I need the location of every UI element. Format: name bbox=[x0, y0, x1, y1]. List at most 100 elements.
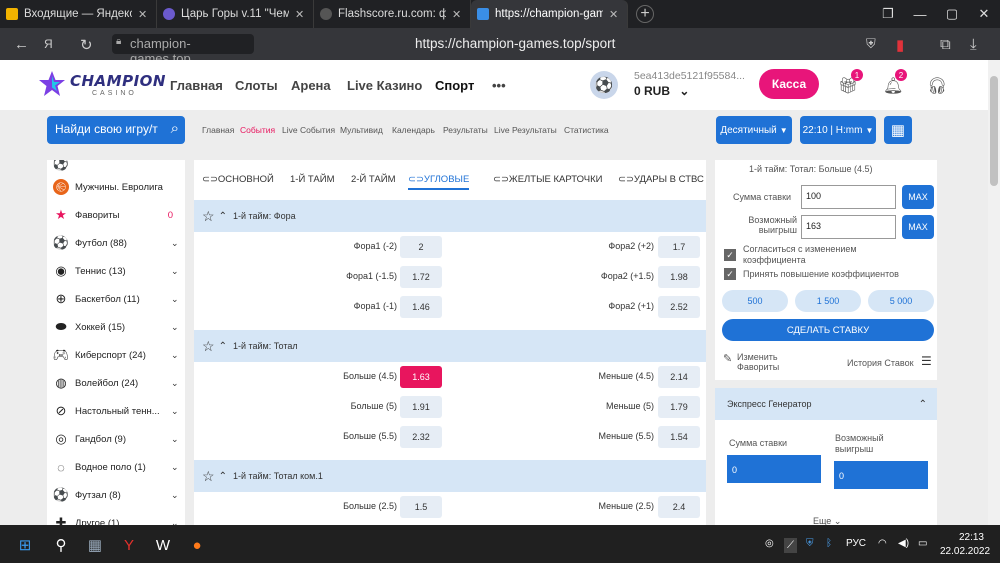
chevron-down-icon[interactable]: ⌄ bbox=[171, 322, 185, 333]
odds-button[interactable]: 1.79 bbox=[658, 396, 700, 418]
agree-checkbox[interactable]: ✓ bbox=[724, 249, 736, 261]
collections-icon[interactable]: ⧉ bbox=[940, 36, 951, 53]
search-input[interactable]: Найди свою игру/т ⌕ bbox=[47, 116, 185, 144]
sublink-statistics[interactable]: Статистика bbox=[564, 125, 609, 135]
scrollbar-thumb[interactable] bbox=[990, 76, 998, 186]
close-window-icon[interactable]: ✕ bbox=[968, 6, 1000, 22]
sidebar-item[interactable]: ★ Фавориты 0 bbox=[47, 201, 185, 229]
menu-icon[interactable]: ☰ bbox=[921, 354, 932, 368]
express-stake-input[interactable]: 0 bbox=[727, 455, 821, 483]
chevron-down-icon[interactable]: ⌄ bbox=[171, 462, 185, 473]
sublink-live-results[interactable]: Live Результаты bbox=[494, 125, 557, 135]
feather-tray-icon[interactable]: ⟋ bbox=[784, 538, 797, 553]
sidebar-item[interactable]: ⊕ Баскетбол (11) ⌄ bbox=[47, 285, 185, 313]
quick-stake-1500[interactable]: 1 500 bbox=[795, 290, 861, 312]
close-icon[interactable]: ✕ bbox=[295, 8, 307, 21]
sidebar-item[interactable]: 🎮︎ Киберспорт (24) ⌄ bbox=[47, 341, 185, 369]
sublink-live-events[interactable]: Live События bbox=[282, 125, 335, 135]
star-icon[interactable]: ☆ bbox=[202, 338, 215, 355]
chevron-up-icon[interactable]: ⌃ bbox=[219, 341, 227, 352]
domain-pill[interactable]: 🔒︎ champion-games.top bbox=[112, 34, 254, 66]
headset-icon[interactable]: 🎧︎ bbox=[927, 76, 947, 96]
place-bet-button[interactable]: СДЕЛАТЬ СТАВКУ bbox=[722, 319, 934, 341]
odds-button[interactable]: 1.7 bbox=[658, 236, 700, 258]
clock-time[interactable]: 22:13 bbox=[942, 532, 984, 543]
max-button-2[interactable]: MAX bbox=[902, 215, 934, 239]
nav-more[interactable]: ••• bbox=[492, 78, 506, 93]
market-header[interactable]: ☆ ⌃ 1-й тайм: Фора bbox=[194, 200, 706, 232]
close-icon[interactable]: ✕ bbox=[138, 8, 150, 21]
avatar[interactable]: ⚽ bbox=[590, 71, 618, 99]
sidebar-item[interactable]: ◍ Волейбол (24) ⌄ bbox=[47, 369, 185, 397]
sublink-main[interactable]: Главная bbox=[202, 125, 234, 135]
quick-stake-5000[interactable]: 5 000 bbox=[868, 290, 934, 312]
odds-button[interactable]: 2.32 bbox=[400, 426, 442, 448]
url-input[interactable]: https://champion-games.top/sport bbox=[415, 36, 615, 51]
calculator-app-icon[interactable]: ▦ bbox=[84, 534, 106, 556]
chevron-down-icon[interactable]: ⌄ bbox=[171, 434, 185, 445]
tab-manager-icon[interactable]: ❐ bbox=[872, 6, 904, 22]
language-indicator[interactable]: РУС bbox=[846, 538, 866, 549]
sidebar-item[interactable]: 🏀︎ Мужчины. Евролига bbox=[47, 173, 185, 201]
clock-date[interactable]: 22.02.2022 bbox=[940, 546, 990, 557]
browser-tab[interactable]: Flashscore.ru.com: футбол✕ bbox=[314, 0, 471, 28]
browser-tab-active[interactable]: https://champion-games✕ bbox=[471, 0, 628, 28]
nav-live-casino[interactable]: Live Казино bbox=[347, 78, 422, 93]
chevron-down-icon[interactable]: ⌄ bbox=[171, 238, 185, 249]
quick-stake-500[interactable]: 500 bbox=[722, 290, 788, 312]
close-icon[interactable]: ✕ bbox=[609, 8, 621, 21]
reload-icon[interactable]: ↻ bbox=[80, 36, 93, 54]
sidebar-item[interactable]: ⬬ Хоккей (15) ⌄ bbox=[47, 313, 185, 341]
calculator-button[interactable]: ▦ bbox=[884, 116, 912, 144]
edit-icon[interactable]: ✎ bbox=[723, 352, 732, 365]
express-header[interactable]: Экспресс Генератор ⌃ bbox=[715, 388, 937, 420]
nav-arena[interactable]: Арена bbox=[291, 78, 331, 93]
star-icon[interactable]: ☆ bbox=[202, 468, 215, 485]
bluetooth-icon[interactable]: ᛒ bbox=[826, 538, 832, 549]
market-header[interactable]: ☆ ⌃ 1-й тайм: Тотал ком.1 bbox=[194, 460, 706, 492]
app-tray-icon[interactable]: ◎ bbox=[765, 538, 774, 549]
nav-sport[interactable]: Спорт bbox=[435, 78, 474, 93]
sublink-events[interactable]: События bbox=[240, 125, 275, 135]
sublink-multiview[interactable]: Мультивид bbox=[340, 125, 383, 135]
tab-shots[interactable]: ⊂⊃УДАРЫ В СТВС bbox=[618, 174, 704, 185]
windows-start-icon[interactable]: ⊞ bbox=[14, 534, 36, 556]
sidebar-item[interactable]: ⚽ Футзал (8) ⌄ bbox=[47, 481, 185, 509]
sidebar-item[interactable]: ◌ Водное поло (1) ⌄ bbox=[47, 453, 185, 481]
tab-yellow-cards[interactable]: ⊂⊃ЖЕЛТЫЕ КАРТОЧКИ bbox=[493, 174, 602, 185]
sublink-results[interactable]: Результаты bbox=[443, 125, 488, 135]
chevron-down-icon[interactable]: ⌄ bbox=[171, 294, 185, 305]
max-button[interactable]: MAX bbox=[902, 185, 934, 209]
chevron-down-icon[interactable]: ⌄ bbox=[171, 406, 185, 417]
chevron-down-icon[interactable]: ⌄ bbox=[171, 490, 185, 501]
close-icon[interactable]: ✕ bbox=[452, 8, 464, 21]
maximize-icon[interactable]: ▢ bbox=[936, 6, 968, 22]
kassa-button[interactable]: Касса bbox=[759, 69, 819, 99]
chevron-up-icon[interactable]: ⌃ bbox=[219, 211, 227, 222]
minimize-icon[interactable]: — bbox=[904, 7, 936, 22]
tab-corners[interactable]: ⊂⊃УГЛОВЫЕ bbox=[408, 174, 470, 190]
chevron-down-icon[interactable]: ⌄ bbox=[171, 266, 185, 277]
download-icon[interactable]: ⤓ bbox=[970, 36, 977, 53]
odds-button[interactable]: 1.46 bbox=[400, 296, 442, 318]
defender-icon[interactable]: ⛨ bbox=[806, 538, 814, 549]
extension-icon[interactable]: ⛨ bbox=[866, 36, 876, 52]
sidebar-item[interactable]: ✚ Другое (1) ⌄ bbox=[47, 509, 185, 525]
search-icon[interactable]: ⚲ bbox=[50, 534, 72, 556]
odds-format-select[interactable]: Десятичный ▼ bbox=[716, 116, 792, 144]
nav-main[interactable]: Главная bbox=[170, 78, 223, 93]
nav-slots[interactable]: Слоты bbox=[235, 78, 278, 93]
browser-tab[interactable]: Входящие — Яндекс.Почта✕ bbox=[0, 0, 157, 28]
star-icon[interactable]: ☆ bbox=[202, 208, 215, 225]
chevron-down-icon[interactable]: ⌄ bbox=[171, 378, 185, 389]
search-icon[interactable]: ⌕ bbox=[171, 120, 179, 137]
bet-history-link[interactable]: История Ставок bbox=[847, 358, 914, 368]
back-icon[interactable]: ← bbox=[14, 36, 29, 53]
accept-checkbox[interactable]: ✓ bbox=[724, 268, 736, 280]
market-header[interactable]: ☆ ⌃ 1-й тайм: Тотал bbox=[194, 330, 706, 362]
tab-main[interactable]: ⊂⊃ОСНОВНОЙ bbox=[202, 174, 274, 185]
sidebar-item[interactable]: ◎ Гандбол (9) ⌄ bbox=[47, 425, 185, 453]
sidebar-item[interactable]: ◉ Теннис (13) ⌄ bbox=[47, 257, 185, 285]
new-tab-button[interactable]: + bbox=[636, 5, 654, 23]
yandex-browser-icon[interactable]: Y bbox=[118, 534, 140, 556]
